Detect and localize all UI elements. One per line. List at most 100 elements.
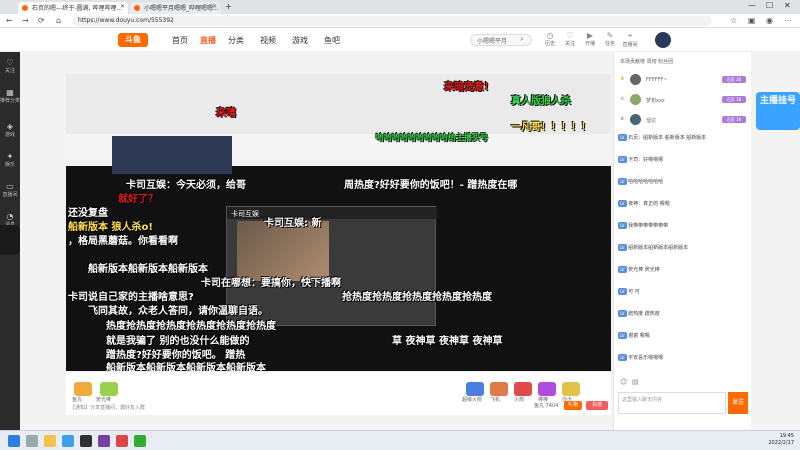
broadcast-button[interactable]: ▶ 开播 (580, 31, 600, 47)
danmaku-item: 热度抢热度抢热度抢热度抢热度抢热度 (106, 321, 276, 332)
sidebar-item-room[interactable]: ▭ 直播间 (0, 182, 20, 198)
pin-icon: ⌖ (627, 31, 633, 40)
rank-row[interactable]: ♛ 溜达 石页 16 (618, 114, 748, 126)
trophy-icon: ♛ (620, 76, 625, 82)
chat-message: LV 船新版本船新版本船新版本 (618, 244, 689, 251)
level-badge: LV (618, 288, 627, 295)
bag-icon[interactable]: ▤ (632, 378, 639, 386)
danmaku-item: 船新版本船新版本船新版本 (88, 264, 208, 275)
chat-message: LV 卡司：好嗯嗯嗯 (618, 156, 664, 163)
gift-glowstick[interactable] (100, 382, 118, 396)
nav-video[interactable]: 视频 (260, 35, 276, 46)
gift-card[interactable] (562, 382, 580, 396)
danmaku-item: 草 夜神草 夜神草 夜神草 (392, 336, 503, 347)
more-icon[interactable]: ⋯ (784, 16, 792, 25)
rank-row[interactable]: ♛ 梦想xxx 石页 18 (618, 94, 748, 106)
close-tab-icon[interactable]: ✕ (120, 3, 125, 10)
history-button[interactable]: ◷ 历史 (540, 31, 560, 47)
danmaku-item: 卡司互娱: 新 (264, 218, 322, 229)
room-button[interactable]: ⌖ 直播间 (620, 31, 640, 48)
douyu-favicon-icon (22, 5, 28, 11)
app-icon[interactable] (134, 435, 146, 447)
danmaku-item: 还没复盘 (68, 208, 108, 219)
sidebar-item-entertainment[interactable]: ✦ 娱乐 (0, 152, 20, 168)
gift-plane[interactable] (490, 382, 508, 396)
level-badge: LV (618, 156, 627, 163)
user-avatar[interactable] (655, 32, 671, 48)
recommend-card[interactable] (112, 136, 232, 174)
level-badge: LV (618, 266, 627, 273)
douyu-logo[interactable]: 斗鱼 (118, 33, 148, 47)
rank-row[interactable]: ♛ FFFFFF~ 石页 20 (618, 74, 748, 86)
task-button[interactable]: ✎ 任务 (600, 31, 620, 47)
danmaku-item: 真人版狼人杀 (511, 96, 571, 107)
search-icon[interactable]: ⌕ (520, 35, 524, 44)
gift-fishball[interactable] (74, 382, 92, 396)
charge-button[interactable]: 充值 (586, 401, 608, 410)
gift-rocket[interactable] (514, 382, 532, 396)
home-icon[interactable]: ⌂ (56, 16, 61, 25)
pip-thumbnail (237, 221, 329, 281)
profile-icon[interactable]: ◉ (766, 16, 773, 25)
collections-icon[interactable]: ▣ (748, 16, 756, 25)
file-explorer-icon[interactable] (44, 435, 56, 447)
browser-tab-2[interactable]: 小嗯嗯平月嗯嗯_哔哩嗯嗯... ✕ (130, 2, 220, 14)
nav-game[interactable]: 游戏 (292, 35, 308, 46)
level-badge: LV (618, 222, 627, 229)
sidebar-item-follow[interactable]: ♡ 关注 (0, 58, 20, 74)
back-icon[interactable]: ← (6, 16, 13, 25)
emoji-icon[interactable]: ☺ (620, 378, 627, 386)
nav-fishbar[interactable]: 鱼吧 (324, 35, 340, 46)
fishball-count: 鱼丸 7404 (534, 403, 559, 409)
trophy-icon: ♛ (620, 96, 625, 102)
gift-button[interactable]: 礼物 (564, 401, 582, 410)
bell-icon: ◔ (6, 212, 14, 221)
camera-icon: ▶ (586, 31, 594, 40)
browser-tab-active[interactable]: 石页的嗯---终于-圆满, 哔哩哔哩... ✕ (18, 2, 128, 14)
send-button[interactable]: 发送 (728, 392, 748, 414)
promo-banner[interactable]: 主播挂号 (756, 92, 800, 130)
nav-live[interactable]: 直播 (200, 35, 216, 46)
url-input[interactable]: https://www.douyu.com/555392 (72, 16, 712, 26)
minimize-icon[interactable]: — (748, 1, 756, 10)
taskbar: 19:45 2022/2/17 (0, 430, 800, 450)
favorites-icon[interactable]: ☆ (730, 16, 737, 25)
sidebar-item-recommend[interactable]: ▦ 推荐分类 (0, 88, 20, 104)
video-player[interactable]: 卡司互娱 来暗宠意！ 真人版狼人杀 来嘻 哈哈哈哈哈哈哈哈哈给主播买号 一凡哥！… (66, 74, 611, 371)
gift-super-rocket[interactable] (466, 382, 484, 396)
close-tab-icon[interactable]: ✕ (212, 3, 217, 10)
windows-start-icon[interactable] (8, 435, 20, 447)
sidebar-item-game[interactable]: ◈ 游戏 (0, 122, 20, 138)
sidebar-collapse-handle[interactable] (0, 225, 20, 255)
avatar (630, 94, 641, 105)
follow-button[interactable]: ♡ 关注 (560, 31, 580, 47)
gift-lollipop[interactable] (538, 382, 556, 396)
danmaku-item: 就是我骗了 别的也没什么能做的 (106, 336, 250, 347)
chat-input[interactable]: 这里输入聊天内容 (618, 392, 726, 414)
nav-category[interactable]: 分类 (228, 35, 244, 46)
chat-message: LV 蹭热度 蹭热度 (618, 310, 660, 317)
avatar (630, 114, 641, 125)
close-window-icon[interactable]: ✕ (784, 1, 791, 10)
danmaku-item: 卡司说自己家的主播啥意思? (68, 292, 194, 303)
star-icon: ✦ (6, 152, 14, 161)
edge-icon[interactable] (62, 435, 74, 447)
app-icon[interactable] (116, 435, 128, 447)
app-icon[interactable] (80, 435, 92, 447)
refresh-icon[interactable]: ⟳ (38, 16, 45, 25)
maximize-icon[interactable]: ☐ (766, 1, 773, 10)
new-tab-button[interactable]: + (225, 2, 232, 11)
forward-icon[interactable]: → (22, 16, 29, 25)
avatar (630, 74, 641, 85)
danmaku-item: ，格局黑蘑菇。你看看啊 (68, 236, 178, 247)
task-view-icon[interactable] (26, 435, 38, 447)
danmaku-item: 抢热度抢热度抢热度抢热度抢热度 (342, 292, 492, 303)
heart-icon: ♡ (6, 58, 14, 67)
system-clock[interactable]: 19:45 2022/2/17 (768, 433, 794, 447)
level-badge: LV (618, 310, 627, 317)
nav-home[interactable]: 首页 (172, 35, 188, 46)
app-icon[interactable] (98, 435, 110, 447)
chat-message: LV 哈哈哈哈哈哈哈 (618, 178, 664, 185)
chat-rank-tabs[interactable]: 本场贡献榜 周榜 粉丝团 (620, 58, 673, 65)
pip-title: 卡司互娱 (227, 207, 437, 219)
